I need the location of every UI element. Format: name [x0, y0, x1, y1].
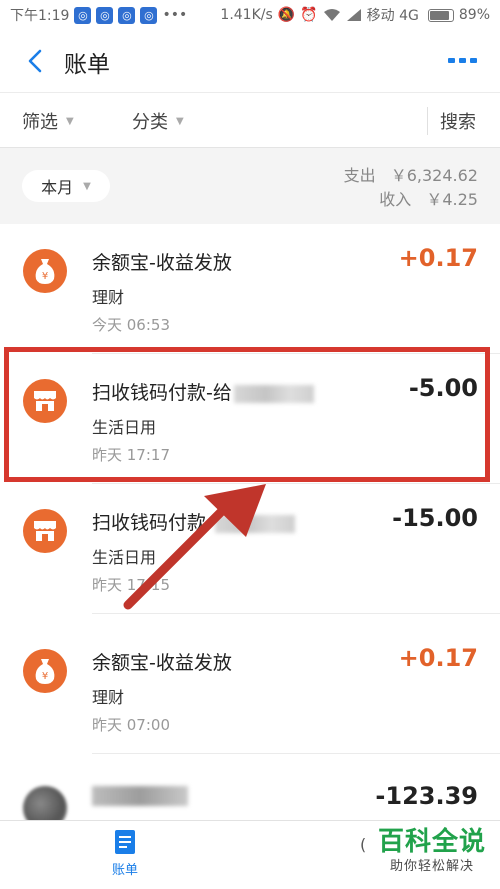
transaction-row[interactable]: 扫收钱码付款- 生活日用 昨天 17:15 -15.00	[0, 484, 500, 614]
filter-dropdown[interactable]: 筛选 ▼	[22, 93, 74, 149]
alarm-icon: ⏰	[300, 7, 318, 23]
transaction-title	[92, 786, 188, 811]
transaction-category: 生活日用	[92, 548, 157, 567]
status-time: 下午1:19	[10, 8, 70, 24]
transaction-row[interactable]: ¥ 余额宝-收益发放 理财 昨天 07:00 +0.17	[0, 624, 500, 754]
watermark-title: 百科全说	[377, 827, 486, 857]
filter-label: 筛选	[22, 112, 58, 133]
more-icon[interactable]	[446, 52, 480, 70]
income-label: 收入	[379, 190, 412, 209]
transaction-amount: +0.17	[398, 244, 478, 272]
redacted-text	[92, 786, 188, 806]
battery-level: 89%	[458, 7, 490, 23]
expense-value: ￥6,324.62	[390, 166, 478, 185]
more-notifications-icon: •••	[162, 7, 188, 23]
transaction-amount: -5.00	[408, 374, 478, 402]
category-dropdown[interactable]: 分类 ▼	[132, 93, 184, 149]
tab-bill-label: 账单	[111, 863, 138, 878]
transaction-row[interactable]: ¥ 余额宝-收益发放 理财 今天 06:53 +0.17	[0, 224, 500, 354]
income-value: ￥4.25	[426, 190, 478, 209]
redacted-text	[214, 514, 295, 533]
wifi-icon	[323, 9, 340, 21]
bill-icon	[115, 830, 135, 854]
month-summary: 本月 ▼ 支出 ￥6,324.62 收入 ￥4.25	[0, 148, 500, 224]
caret-down-icon: ▼	[176, 115, 184, 127]
notification-icon: ◎	[74, 6, 92, 24]
watermark: 百科全说 助你轻松解决	[370, 826, 494, 882]
tab-statistics-icon[interactable]: (	[360, 835, 366, 854]
transaction-time: 今天 06:53	[92, 316, 170, 334]
transaction-title: 余额宝-收益发放	[92, 252, 232, 274]
caret-down-icon: ▼	[83, 180, 91, 192]
transaction-row[interactable]: -123.39	[0, 764, 500, 820]
status-bar-left: 下午1:19 ◎ ◎ ◎ ◎ •••	[10, 5, 187, 25]
transaction-category: 理财	[92, 288, 125, 307]
svg-text:¥: ¥	[42, 671, 48, 682]
filter-bar: 筛选 ▼ 分类 ▼ 搜索	[0, 92, 500, 148]
avatar	[23, 786, 67, 820]
transaction-category: 理财	[92, 688, 125, 707]
expense-label: 支出	[343, 166, 376, 185]
divider	[427, 107, 428, 135]
expense-summary: 支出 ￥6,324.62	[344, 162, 478, 186]
money-bag-icon: ¥	[23, 649, 67, 693]
search-button[interactable]: 搜索	[440, 93, 476, 149]
status-bar: 下午1:19 ◎ ◎ ◎ ◎ ••• 1.41K/s 🔕 ⏰ 移动 4G 89%	[0, 0, 500, 30]
signal-icon	[346, 9, 361, 21]
transaction-amount: +0.17	[398, 644, 478, 672]
shop-icon	[23, 509, 67, 553]
back-icon[interactable]	[20, 44, 50, 78]
month-selector[interactable]: 本月 ▼	[22, 170, 110, 202]
notification-icon: ◎	[96, 6, 114, 24]
carrier: 移动 4G	[366, 8, 419, 24]
transaction-row[interactable]: 扫收钱码付款-给 生活日用 昨天 17:17 -5.00	[0, 354, 500, 484]
transaction-title: 扫收钱码付款-	[92, 508, 295, 535]
transaction-amount: -123.39	[375, 782, 478, 810]
title-bar: 账单	[0, 30, 500, 92]
battery-icon	[427, 8, 454, 22]
divider	[92, 613, 500, 614]
tab-bill[interactable]: 账单	[95, 829, 155, 883]
transaction-title: 余额宝-收益发放	[92, 652, 232, 674]
transaction-list: ¥ 余额宝-收益发放 理财 今天 06:53 +0.17 扫收钱码付款-给 生活…	[0, 224, 500, 820]
income-summary: 收入 ￥4.25	[379, 186, 478, 210]
shop-icon	[23, 379, 67, 423]
watermark-subtitle: 助你轻松解决	[389, 859, 474, 874]
transaction-amount: -15.00	[392, 504, 478, 532]
page-title: 账单	[64, 52, 110, 78]
month-label: 本月	[41, 178, 74, 197]
redacted-text	[233, 384, 314, 403]
status-bar-right: 1.41K/s 🔕 ⏰ 移动 4G 89%	[220, 5, 490, 25]
network-speed: 1.41K/s	[220, 7, 273, 23]
silent-bell-icon: 🔕	[277, 7, 296, 23]
money-bag-icon: ¥	[23, 249, 67, 293]
caret-down-icon: ▼	[66, 115, 74, 127]
transaction-time: 昨天 17:17	[92, 446, 170, 464]
transaction-title: 扫收钱码付款-给	[92, 378, 314, 405]
divider	[92, 753, 500, 754]
svg-text:¥: ¥	[42, 271, 48, 282]
notification-icon: ◎	[118, 6, 136, 24]
category-label: 分类	[132, 112, 168, 133]
notification-icon: ◎	[140, 6, 158, 24]
transaction-category: 生活日用	[92, 418, 157, 437]
transaction-time: 昨天 17:15	[92, 576, 170, 594]
transaction-time: 昨天 07:00	[92, 716, 170, 734]
